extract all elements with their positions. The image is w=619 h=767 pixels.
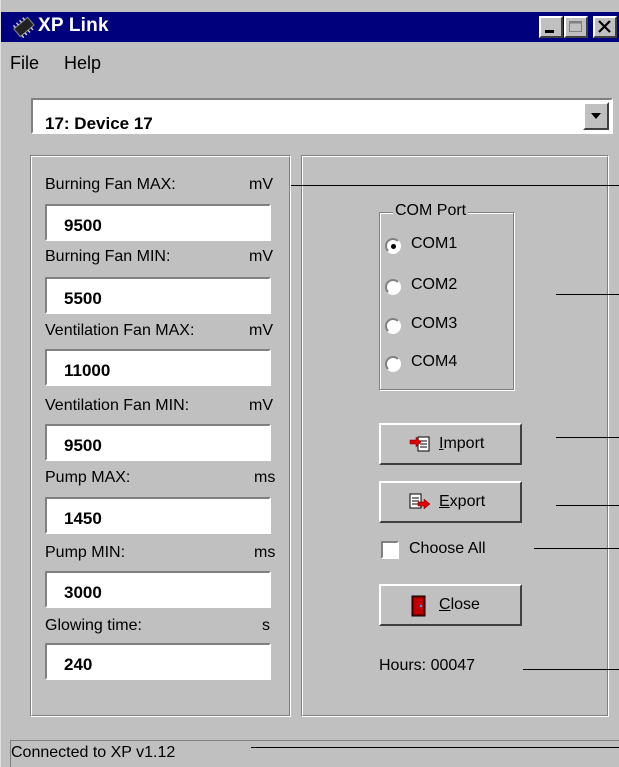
import-icon (409, 436, 430, 452)
param-label-ventilation-fan-min: Ventilation Fan MIN: (45, 397, 190, 414)
menu-bar: File Help (1, 44, 619, 80)
close-window-button[interactable] (593, 16, 617, 38)
burning-fan-max-value: 9500 (64, 216, 102, 235)
burning-fan-max-field[interactable]: 9500 (45, 204, 271, 241)
radio-circle (385, 238, 401, 254)
leader-line (556, 505, 619, 506)
import-button[interactable]: Import (379, 423, 522, 465)
radio-com4[interactable]: COM4 (385, 353, 505, 377)
close-icon (598, 20, 611, 33)
ventilation-fan-min-field[interactable]: 9500 (45, 424, 271, 461)
window-title: XP Link (38, 15, 109, 36)
close-label: Close (439, 596, 480, 613)
device-select-value: 17: Device 17 (45, 114, 153, 133)
param-label-pump-max: Pump MAX: (45, 469, 131, 486)
maximize-button[interactable] (564, 16, 588, 38)
export-icon (409, 493, 431, 510)
param-label-pump-min: Pump MIN: (45, 544, 126, 561)
hours-readout: Hours: 00047 (379, 657, 476, 674)
burning-fan-min-value: 5500 (64, 289, 102, 308)
param-unit-glowing-time: s (262, 617, 270, 634)
leader-line (534, 548, 619, 549)
ventilation-fan-max-value: 11000 (64, 361, 111, 380)
param-label-burning-fan-max: Burning Fan MAX: (45, 176, 176, 193)
param-label-ventilation-fan-max: Ventilation Fan MAX: (45, 322, 195, 339)
param-unit-pump-max: ms (254, 469, 276, 486)
param-unit-pump-min: ms (254, 544, 276, 561)
glowing-time-field[interactable]: 240 (45, 643, 271, 680)
ventilation-fan-min-value: 9500 (64, 436, 102, 455)
radio-selected-dot (391, 244, 396, 249)
radio-label-com2: COM2 (411, 276, 458, 293)
leader-line (291, 185, 619, 186)
pump-max-value: 1450 (64, 509, 102, 528)
param-label-burning-fan-min: Burning Fan MIN: (45, 248, 171, 265)
pump-min-field[interactable]: 3000 (45, 571, 271, 608)
burning-fan-min-field[interactable]: 5500 (45, 277, 271, 314)
radio-circle (385, 279, 401, 295)
pump-max-field[interactable]: 1450 (45, 497, 271, 534)
minimize-button[interactable] (539, 16, 563, 38)
minimize-icon (545, 30, 554, 33)
title-bar[interactable]: XP Link (1, 12, 619, 42)
radio-com3[interactable]: COM3 (385, 315, 505, 339)
glowing-time-value: 240 (64, 655, 93, 674)
param-unit-burning-fan-min: mV (249, 248, 273, 265)
param-unit-ventilation-fan-min: mV (249, 397, 273, 414)
radio-com1[interactable]: COM1 (385, 235, 505, 259)
radio-label-com4: COM4 (411, 353, 458, 370)
menu-file[interactable]: File (10, 53, 39, 74)
com-port-title: COM Port (393, 202, 469, 220)
param-unit-burning-fan-max: mV (249, 176, 273, 193)
export-label: Export (439, 493, 486, 510)
choose-all-label[interactable]: Choose All (409, 540, 486, 558)
import-label: Import (439, 435, 485, 452)
radio-circle (385, 356, 401, 372)
leader-line (523, 669, 619, 670)
radio-circle (385, 318, 401, 334)
maximize-icon (569, 21, 582, 32)
ventilation-fan-max-field[interactable]: 11000 (45, 349, 271, 386)
radio-label-com3: COM3 (411, 315, 458, 332)
export-button[interactable]: Export (379, 481, 522, 523)
chevron-down-icon (591, 113, 601, 119)
chip-icon (12, 16, 35, 39)
close-button[interactable]: Close (379, 584, 522, 626)
choose-all-checkbox[interactable] (381, 541, 399, 559)
leader-line (556, 294, 619, 295)
menu-help[interactable]: Help (64, 53, 101, 74)
app-window: XP Link File Help 17: Device 17 Burning … (0, 0, 619, 767)
device-select[interactable]: 17: Device 17 (31, 98, 613, 134)
radio-label-com1: COM1 (411, 235, 458, 252)
door-icon (411, 595, 426, 617)
param-label-glowing-time: Glowing time: (45, 617, 142, 634)
param-unit-ventilation-fan-max: mV (249, 322, 273, 339)
status-text: Connected to XP v1.12 (11, 744, 176, 761)
leader-line (251, 747, 619, 748)
leader-line (556, 437, 619, 438)
dropdown-button[interactable] (583, 102, 609, 130)
radio-com2[interactable]: COM2 (385, 276, 505, 300)
pump-min-value: 3000 (64, 583, 102, 602)
